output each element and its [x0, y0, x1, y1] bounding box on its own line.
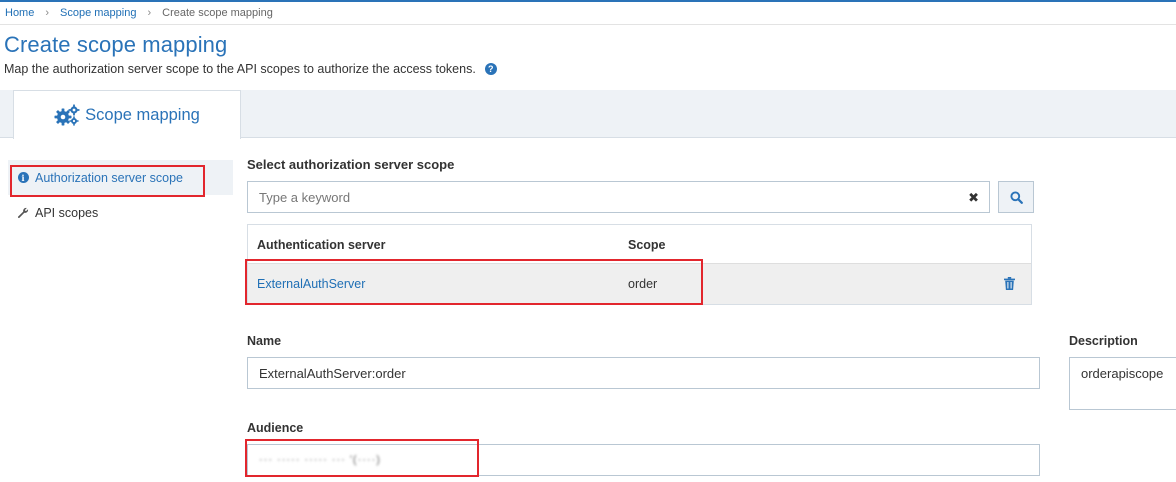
column-header-scope: Scope	[628, 238, 666, 252]
description-label: Description	[1069, 334, 1138, 348]
breadcrumb: Home › Scope mapping › Create scope mapp…	[0, 2, 1176, 25]
side-nav: i Authorization server scope API scopes	[8, 160, 233, 231]
wrench-icon	[17, 207, 29, 219]
audience-field-box	[247, 444, 1040, 476]
search-input[interactable]	[248, 182, 948, 212]
trash-icon	[1004, 277, 1015, 290]
tab-strip: Scope mapping	[0, 90, 1176, 139]
side-nav-item-label: API scopes	[35, 206, 99, 220]
breadcrumb-home[interactable]: Home	[5, 7, 34, 19]
clear-icon[interactable]: ✖	[968, 191, 979, 204]
table-row[interactable]: ExternalAuthServer order	[248, 263, 1031, 304]
description-input[interactable]: orderapiscope	[1070, 358, 1176, 409]
search-button[interactable]	[998, 181, 1034, 213]
scope-table: Authentication server Scope ExternalAuth…	[247, 224, 1032, 305]
breadcrumb-separator: ›	[147, 7, 152, 19]
page-subtitle-text: Map the authorization server scope to th…	[4, 62, 476, 76]
scope-cell: order	[628, 277, 658, 291]
column-header-authentication-server: Authentication server	[257, 238, 386, 252]
tab-scope-mapping[interactable]: Scope mapping	[13, 90, 241, 139]
delete-button[interactable]	[1004, 277, 1015, 293]
gears-icon	[54, 104, 80, 126]
name-input[interactable]	[248, 358, 1039, 388]
breadcrumb-separator: ›	[45, 7, 50, 19]
side-nav-item-authorization-server-scope[interactable]: i Authorization server scope	[8, 160, 233, 195]
breadcrumb-scope-mapping[interactable]: Scope mapping	[60, 7, 136, 19]
info-icon: i	[17, 172, 29, 183]
select-scope-label: Select authorization server scope	[247, 157, 455, 172]
audience-input[interactable]	[248, 445, 1039, 475]
audience-label: Audience	[247, 421, 304, 435]
name-field-box	[247, 357, 1040, 389]
search-icon	[1009, 190, 1023, 204]
help-icon[interactable]: ?	[484, 63, 497, 75]
page-title: Create scope mapping	[4, 32, 228, 57]
description-field-box: orderapiscope	[1069, 357, 1176, 410]
side-nav-item-label: Authorization server scope	[35, 170, 183, 185]
auth-server-link[interactable]: ExternalAuthServer	[257, 277, 365, 291]
name-label: Name	[247, 334, 282, 348]
search-box: ✖	[247, 181, 990, 213]
side-nav-item-api-scopes[interactable]: API scopes	[8, 195, 233, 231]
tab-scope-mapping-label: Scope mapping	[85, 105, 200, 124]
breadcrumb-current: Create scope mapping	[162, 7, 273, 19]
page-subtitle: Map the authorization server scope to th…	[4, 62, 497, 76]
